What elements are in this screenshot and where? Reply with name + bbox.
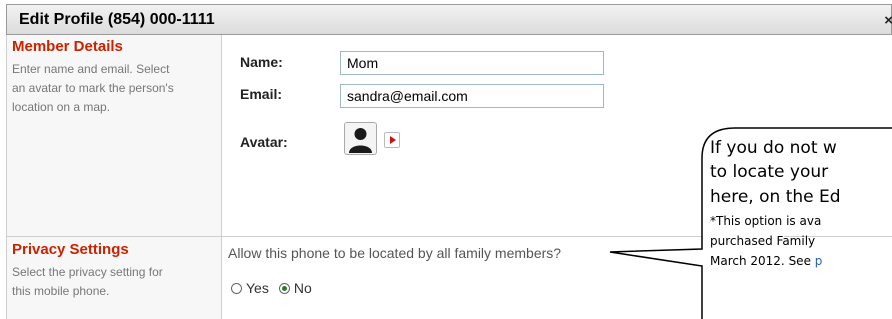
privacy-settings-title: Privacy Settings [12,241,129,258]
play-arrow-icon [390,136,396,144]
member-details-description: Enter name and email. Select an avatar t… [12,60,212,117]
privacy-desc-line: this mobile phone. [12,284,110,298]
callout-line: If you do not w [710,138,837,158]
callout-note-line: purchased Family [710,234,816,248]
person-silhouette-icon [349,128,372,153]
privacy-settings-description: Select the privacy setting for this mobi… [12,263,212,301]
callout-line: to locate your [710,162,829,182]
avatar-next-button[interactable] [384,132,400,148]
member-details-desc-line: location on a map. [12,100,111,114]
callout-line: here, on the Ed [710,187,841,207]
name-input[interactable] [340,51,604,75]
email-label: Email: [240,86,283,102]
member-details-desc-line: Enter name and email. Select [12,62,170,76]
avatar-button[interactable] [344,122,377,155]
no-radio[interactable] [278,282,290,294]
close-icon[interactable]: × [884,12,892,29]
locate-question: Allow this phone to be located by all fa… [228,245,562,261]
dialog-titlebar: Edit Profile (854) 000-1111 × [6,4,892,35]
member-details-desc-line: an avatar to mark the person's [12,81,174,95]
yes-radio-label: Yes [246,280,269,296]
yes-radio[interactable] [231,282,242,294]
no-radio-label: No [293,280,312,296]
email-input[interactable] [340,84,604,108]
dialog-title: Edit Profile (854) 000-1111 [19,11,215,28]
name-label: Name: [240,54,283,70]
avatar-label: Avatar: [240,134,288,150]
locate-radio-group: Yes No [231,280,312,296]
callout-note-text: March 2012. See [710,254,815,268]
privacy-desc-line: Select the privacy setting for [12,265,163,279]
member-details-title: Member Details [12,38,123,55]
edit-profile-dialog: Edit Profile (854) 000-1111 × Member Det… [0,0,892,319]
callout-note-line: *This option is ava [710,214,822,228]
callout-note-line: March 2012. See p [710,254,822,268]
callout-note-link[interactable]: p [815,254,823,268]
